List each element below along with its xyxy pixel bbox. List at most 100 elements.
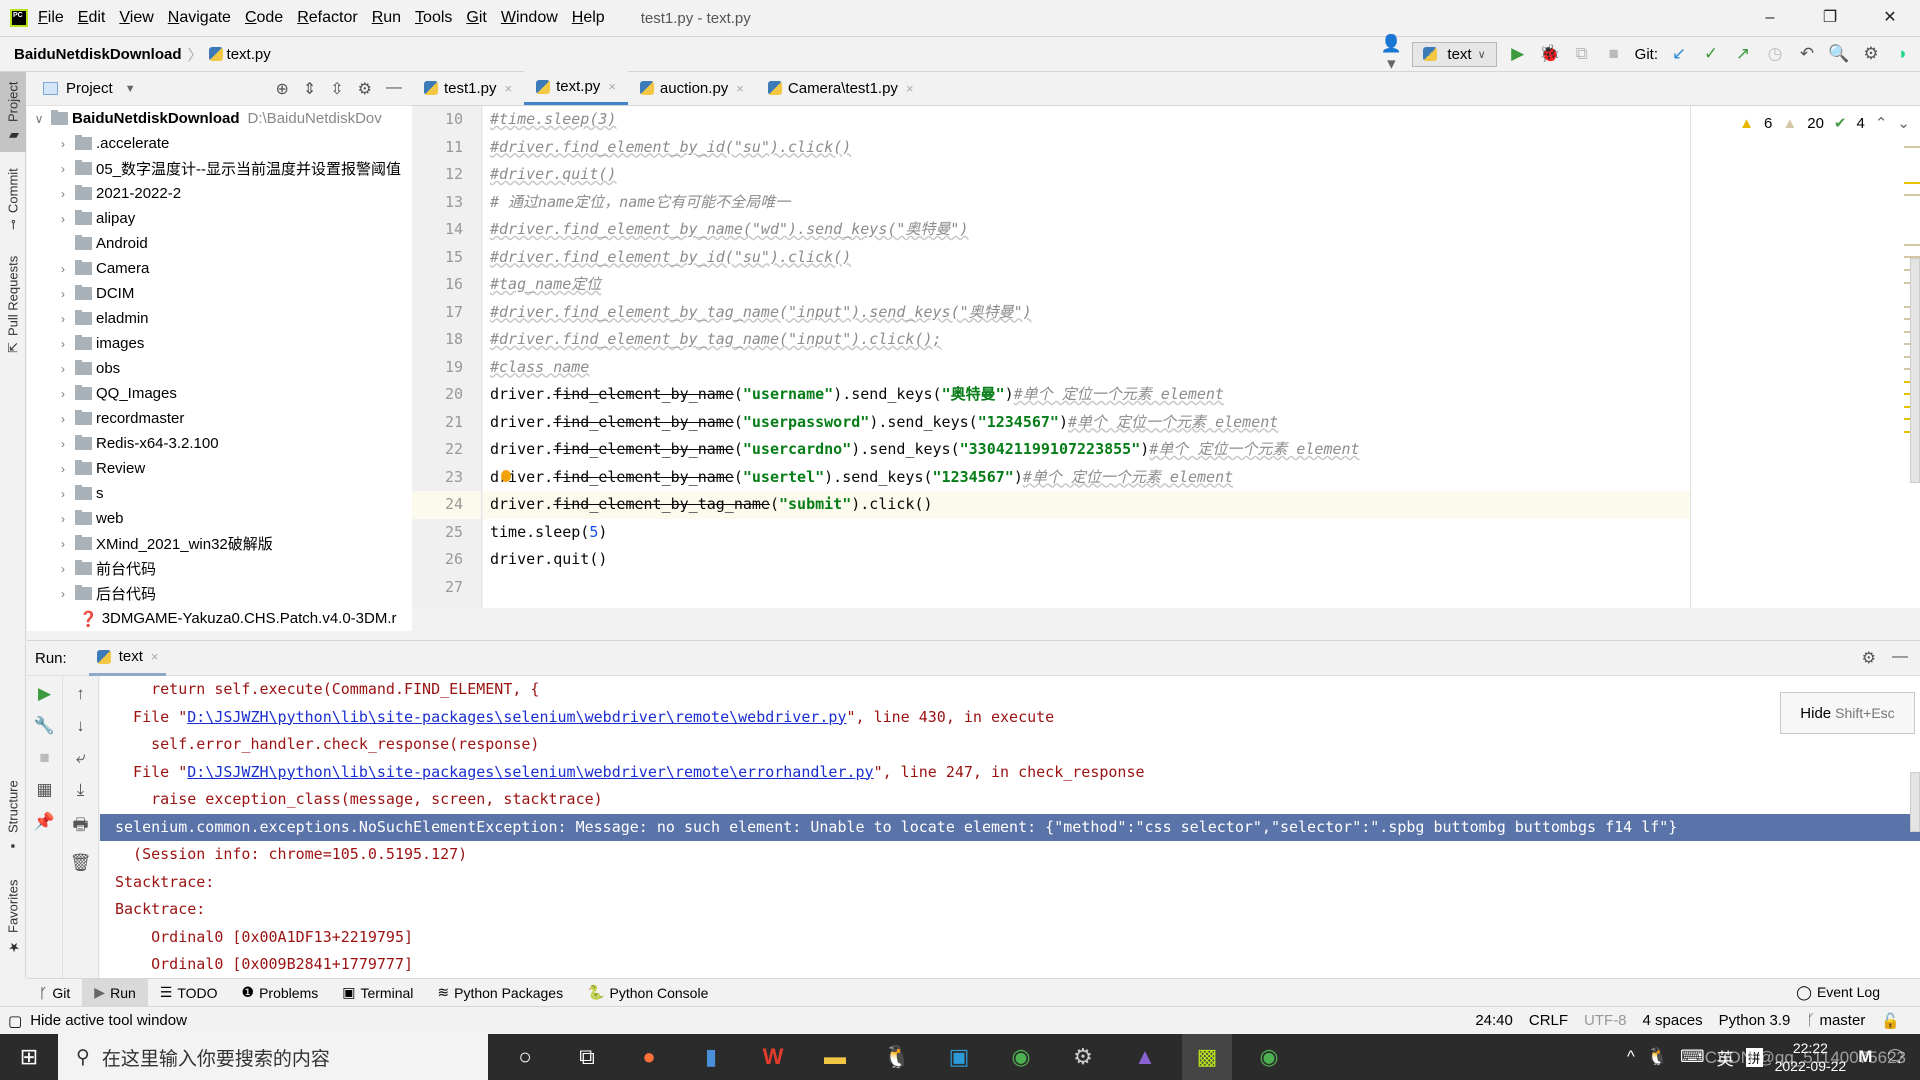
code-line-current[interactable]: driver.find_element_by_tag_name("submit"… [483,491,1690,519]
pin-icon[interactable]: 📌 [34,812,55,832]
tree-item[interactable]: › 后台代码 [27,581,412,606]
code-line[interactable] [483,574,1690,602]
chevron-right-icon[interactable]: › [55,312,71,326]
chevron-right-icon[interactable]: › [55,412,71,426]
chevron-right-icon[interactable]: › [55,337,71,351]
previous-highlight-icon[interactable]: ⌃ [1875,114,1888,132]
javaee-ide-icon[interactable]: ⚙ [1058,1034,1108,1080]
chevron-right-icon[interactable]: › [55,512,71,526]
taskbar-search[interactable]: ⚲ 在这里输入你要搜索的内容 [58,1034,488,1080]
tree-item[interactable]: › recordmaster [27,406,412,431]
rerun-icon[interactable]: ▶ [38,684,51,704]
code-editor[interactable]: #time.sleep(3) #driver.find_element_by_i… [483,106,1690,608]
breadcrumb-file[interactable]: text.py [227,46,271,63]
code-line[interactable]: driver.find_element_by_name("username").… [483,381,1690,409]
chevron-down-icon[interactable]: ▼ [125,83,136,95]
tree-item[interactable]: › Camera [27,256,412,281]
tree-item[interactable]: › .accelerate [27,131,412,156]
remote-desktop-icon[interactable]: ▣ [934,1034,984,1080]
hide-icon[interactable]: — [1892,648,1908,668]
menu-edit[interactable]: Edit [78,9,106,27]
menu-navigate[interactable]: Navigate [168,9,231,27]
hide-tool-window-button[interactable]: Hide Shift+Esc [1780,692,1915,734]
chevron-right-icon[interactable]: › [55,187,71,201]
app-icon[interactable]: ▲ [1120,1034,1170,1080]
tab-camera-test1-py[interactable]: Camera\test1.py × [756,71,926,105]
git-branch[interactable]: ᚴ master [1806,1012,1865,1030]
side-tab-pull-requests[interactable]: ⇱ Pull Requests [0,247,26,362]
wrench-icon[interactable]: 🔧 [34,716,55,736]
close-tab-icon[interactable]: × [736,81,744,96]
minimize-button[interactable]: – [1740,0,1800,36]
tree-item[interactable]: › obs [27,356,412,381]
hide-icon[interactable]: — [386,79,402,99]
arrow-up-icon[interactable]: ↑ [76,684,85,704]
tab-text-py[interactable]: text.py × [524,71,628,105]
code-line[interactable]: #driver.find_element_by_id("su").click() [483,244,1690,272]
chevron-right-icon[interactable]: › [55,262,71,276]
stop-icon[interactable]: ■ [1603,44,1625,64]
inspection-widget[interactable]: ▲ 6 ▲ 20 ✔ 4 ⌃ ⌄ [1729,106,1920,140]
menu-file[interactable]: File [38,9,64,27]
error-stripe-mark[interactable] [1904,146,1920,148]
menu-refactor[interactable]: Refactor [297,9,357,27]
side-tab-structure[interactable]: ▪ Structure [0,772,26,862]
code-line[interactable]: driver.quit() [483,546,1690,574]
menu-view[interactable]: View [119,9,153,27]
indent-setting[interactable]: 4 spaces [1643,1012,1703,1030]
tab-test1-py[interactable]: test1.py × [412,71,524,105]
tree-item[interactable]: › XMind_2021_win32破解版 [27,531,412,556]
cortana-icon[interactable]: ○ [500,1034,550,1080]
lock-icon[interactable]: 🔓 [1881,1012,1900,1030]
chevron-right-icon[interactable]: › [55,587,71,601]
wps-icon[interactable]: W [748,1034,798,1080]
tree-item[interactable]: › eladmin [27,306,412,331]
console-scrollbar[interactable] [1910,772,1920,832]
chevron-right-icon[interactable]: › [55,437,71,451]
chevron-right-icon[interactable]: › [55,212,71,226]
tool-tab-python-packages[interactable]: ≋ Python Packages [425,979,575,1007]
code-line[interactable]: driver.find_element_by_name("usercardno"… [483,436,1690,464]
search-icon[interactable]: 🔍 [1828,44,1850,64]
debug-icon[interactable]: 🐞 [1539,44,1561,64]
collapse-all-icon[interactable]: ⇳ [330,79,343,99]
close-tab-icon[interactable]: × [151,649,159,664]
tree-item[interactable]: › Review [27,456,412,481]
menu-window[interactable]: Window [501,9,558,27]
code-line[interactable]: #driver.find_element_by_id("su").click() [483,134,1690,162]
settings-icon[interactable]: ⚙ [1860,44,1882,64]
next-highlight-icon[interactable]: ⌄ [1897,114,1910,132]
git-update-icon[interactable]: ↙ [1668,44,1690,64]
task-view-icon[interactable]: ⧉ [562,1034,612,1080]
arrow-down-icon[interactable]: ↓ [76,716,85,736]
intention-bulb-icon[interactable] [501,470,511,482]
tree-root[interactable]: ∨ BaiduNetdiskDownload D:\BaiduNetdiskDo… [27,106,412,131]
tree-item[interactable]: Android [27,231,412,256]
line-separator[interactable]: CRLF [1529,1012,1568,1030]
tool-window-toggle-icon[interactable]: ▢ [8,1012,22,1030]
winrar-icon[interactable]: ▮ [686,1034,736,1080]
menu-help[interactable]: Help [572,9,605,27]
event-log-button[interactable]: ◯ Event Log [1796,978,1880,1006]
tree-item[interactable]: › 2021-2022-2 [27,181,412,206]
settings-icon[interactable]: ⚙ [358,79,372,99]
tray-overflow-icon[interactable]: ^ [1627,1047,1635,1067]
close-tab-icon[interactable]: × [906,81,914,96]
chrome-icon[interactable]: ◉ [1244,1034,1294,1080]
python-interpreter[interactable]: Python 3.9 [1719,1012,1791,1030]
tree-item[interactable]: › images [27,331,412,356]
scroll-to-end-icon[interactable]: ⤓ [77,780,85,800]
firefox-icon[interactable]: ● [624,1034,674,1080]
code-line[interactable]: driver.find_element_by_name("usertel").s… [483,464,1690,492]
user-icon[interactable]: 👤▾ [1380,34,1402,74]
tree-item[interactable]: › DCIM [27,281,412,306]
chrome-icon[interactable]: ◉ [996,1034,1046,1080]
chevron-right-icon[interactable]: › [55,387,71,401]
caret-position[interactable]: 24:40 [1475,1012,1513,1030]
chevron-right-icon[interactable]: › [55,287,71,301]
breadcrumb-project[interactable]: BaiduNetdiskDownload [14,46,182,63]
tool-tab-todo[interactable]: ☰ TODO [148,979,230,1007]
chevron-right-icon[interactable]: › [55,137,71,151]
windows-start-icon[interactable]: ⊞ [0,1034,58,1080]
code-line[interactable]: #driver.quit() [483,161,1690,189]
